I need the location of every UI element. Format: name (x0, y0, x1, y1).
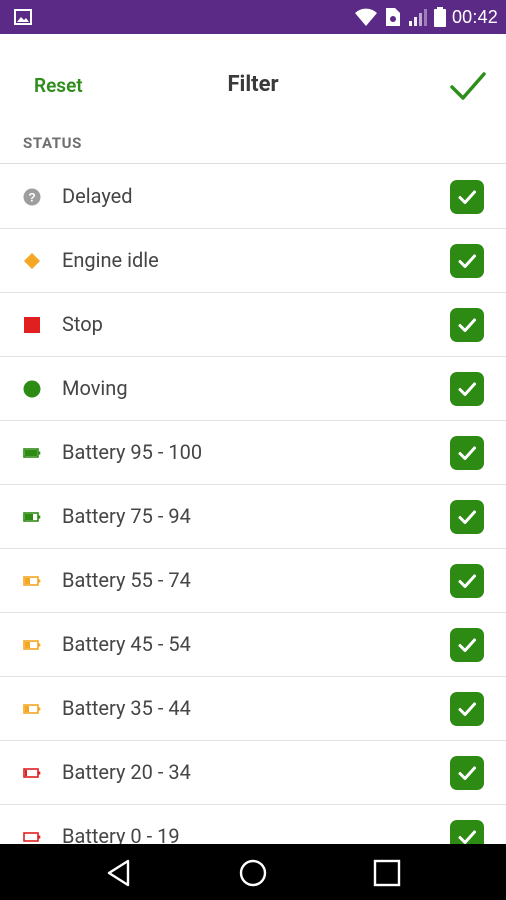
battery-mid-orange-icon (22, 549, 42, 612)
filter-label: Battery 55 - 74 (62, 568, 191, 592)
battery-mid-orange-icon (22, 613, 42, 676)
filter-label: Stop (62, 312, 103, 336)
svg-text:?: ? (28, 190, 35, 204)
clock-time: 00:42 (451, 6, 498, 27)
nav-bar (0, 844, 506, 900)
filter-label: Battery 75 - 94 (62, 504, 191, 528)
filter-list: ? Delayed Engine idle Stop Moving Battery 95 … (0, 165, 506, 869)
filter-checkbox[interactable] (450, 564, 484, 598)
filter-row[interactable]: Battery 35 - 44 (0, 677, 506, 741)
divider (0, 163, 506, 164)
signal-icon (408, 9, 427, 26)
diamond-icon (22, 229, 42, 292)
battery-low-red-icon (22, 741, 42, 804)
battery-full-green-icon (22, 421, 42, 484)
filter-label: Engine idle (62, 248, 159, 272)
sim-icon (385, 8, 400, 26)
filter-checkbox[interactable] (450, 628, 484, 662)
page-title: Filter (227, 72, 279, 97)
filter-label: Battery 45 - 54 (62, 632, 191, 656)
image-icon (14, 9, 32, 25)
filter-row[interactable]: Battery 55 - 74 (0, 549, 506, 613)
checkmark-icon (458, 510, 476, 524)
filter-checkbox[interactable] (450, 372, 484, 406)
status-bar: 00:42 (0, 0, 506, 34)
checkmark-icon (458, 254, 476, 268)
square-icon (22, 293, 42, 356)
filter-checkbox[interactable] (450, 756, 484, 790)
checkmark-icon (458, 446, 476, 460)
filter-label: Moving (62, 376, 128, 400)
back-icon[interactable] (104, 858, 134, 888)
filter-label: Battery 35 - 44 (62, 696, 191, 720)
filter-row[interactable]: Stop (0, 293, 506, 357)
recents-icon[interactable] (372, 858, 402, 888)
checkmark-icon (458, 382, 476, 396)
filter-row[interactable]: ? Delayed (0, 165, 506, 229)
section-label: STATUS (23, 134, 82, 152)
filter-label: Battery 95 - 100 (62, 440, 203, 464)
filter-checkbox[interactable] (450, 180, 484, 214)
filter-label: Battery 20 - 34 (62, 760, 191, 784)
battery-high-green-icon (22, 485, 42, 548)
filter-label: Delayed (62, 184, 133, 208)
filter-row[interactable]: Moving (0, 357, 506, 421)
checkmark-icon (458, 766, 476, 780)
checkmark-icon (458, 574, 476, 588)
checkmark-icon (458, 318, 476, 332)
home-icon[interactable] (238, 858, 268, 888)
question-circle-icon: ? (22, 165, 42, 228)
check-icon[interactable] (448, 66, 488, 106)
filter-checkbox[interactable] (450, 436, 484, 470)
filter-row[interactable]: Battery 75 - 94 (0, 485, 506, 549)
circle-icon (22, 357, 42, 420)
filter-row[interactable]: Battery 20 - 34 (0, 741, 506, 805)
filter-checkbox[interactable] (450, 308, 484, 342)
checkmark-icon (458, 638, 476, 652)
checkmark-icon (458, 190, 476, 204)
status-icons: 00:42 (354, 0, 498, 34)
status-section-header: STATUS (0, 130, 506, 164)
filter-checkbox[interactable] (450, 692, 484, 726)
filter-checkbox[interactable] (450, 244, 484, 278)
filter-checkbox[interactable] (450, 500, 484, 534)
battery-low-orange-icon (22, 677, 42, 740)
filter-row[interactable]: Engine idle (0, 229, 506, 293)
filter-row[interactable]: Battery 45 - 54 (0, 613, 506, 677)
battery-icon (433, 7, 446, 27)
checkmark-icon (458, 702, 476, 716)
filter-row[interactable]: Battery 95 - 100 (0, 421, 506, 485)
wifi-icon (354, 8, 377, 26)
